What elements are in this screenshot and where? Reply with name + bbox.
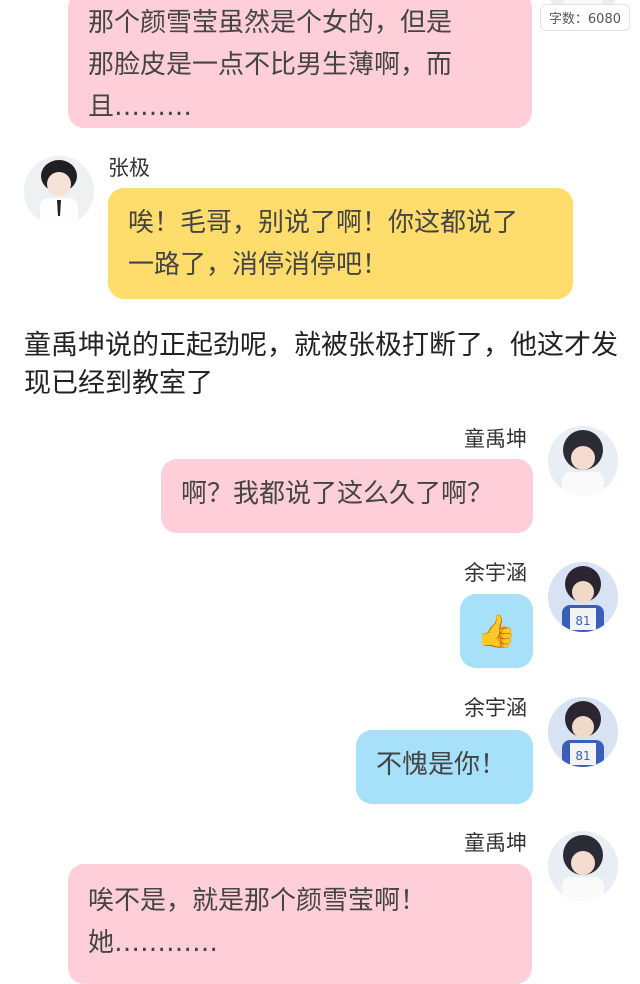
- sender-name: 童禹坤: [464, 831, 527, 855]
- avatar[interactable]: 81: [548, 697, 618, 767]
- avatar[interactable]: [24, 156, 94, 226]
- avatar[interactable]: 81: [548, 562, 618, 632]
- message-bubble: 👍: [460, 594, 533, 668]
- sender-name: 余宇涵: [464, 696, 527, 720]
- svg-text:81: 81: [575, 614, 590, 628]
- message-text: 唉！毛哥，别说了啊！你这都说了 一路了，消停消停吧！: [128, 208, 519, 280]
- narration-text: 童禹坤说的正起劲呢，就被张极打断了，他这才发现已经到教室了: [24, 330, 618, 399]
- message-bubble: 那个颜雪莹虽然是个女的，但是 那脸皮是一点不比男生薄啊，而 且………: [68, 0, 532, 128]
- message-text: 不愧是你！: [376, 750, 507, 780]
- svg-text:81: 81: [575, 749, 590, 763]
- sender-name: 余宇涵: [464, 561, 527, 585]
- sender-name: 张极: [108, 156, 150, 180]
- avatar[interactable]: [548, 426, 618, 496]
- thumbs-up-icon: 👍: [476, 612, 517, 650]
- message-bubble: 唉不是，就是那个颜雪莹啊！ 她…………: [68, 864, 532, 984]
- message-bubble: 不愧是你！: [356, 730, 533, 804]
- message-text: 唉不是，就是那个颜雪莹啊！ 她…………: [88, 886, 427, 958]
- message-bubble: 啊？我都说了这么久了啊？: [161, 459, 533, 533]
- message-text: 啊？我都说了这么久了啊？: [181, 479, 494, 509]
- sender-name: 童禹坤: [464, 427, 527, 451]
- message-bubble: 唉！毛哥，别说了啊！你这都说了 一路了，消停消停吧！: [108, 188, 573, 299]
- avatar[interactable]: [548, 831, 618, 901]
- word-count-badge: 字数：6080: [539, 4, 630, 31]
- message-text: 那个颜雪莹虽然是个女的，但是 那脸皮是一点不比男生薄啊，而 且………: [88, 8, 453, 122]
